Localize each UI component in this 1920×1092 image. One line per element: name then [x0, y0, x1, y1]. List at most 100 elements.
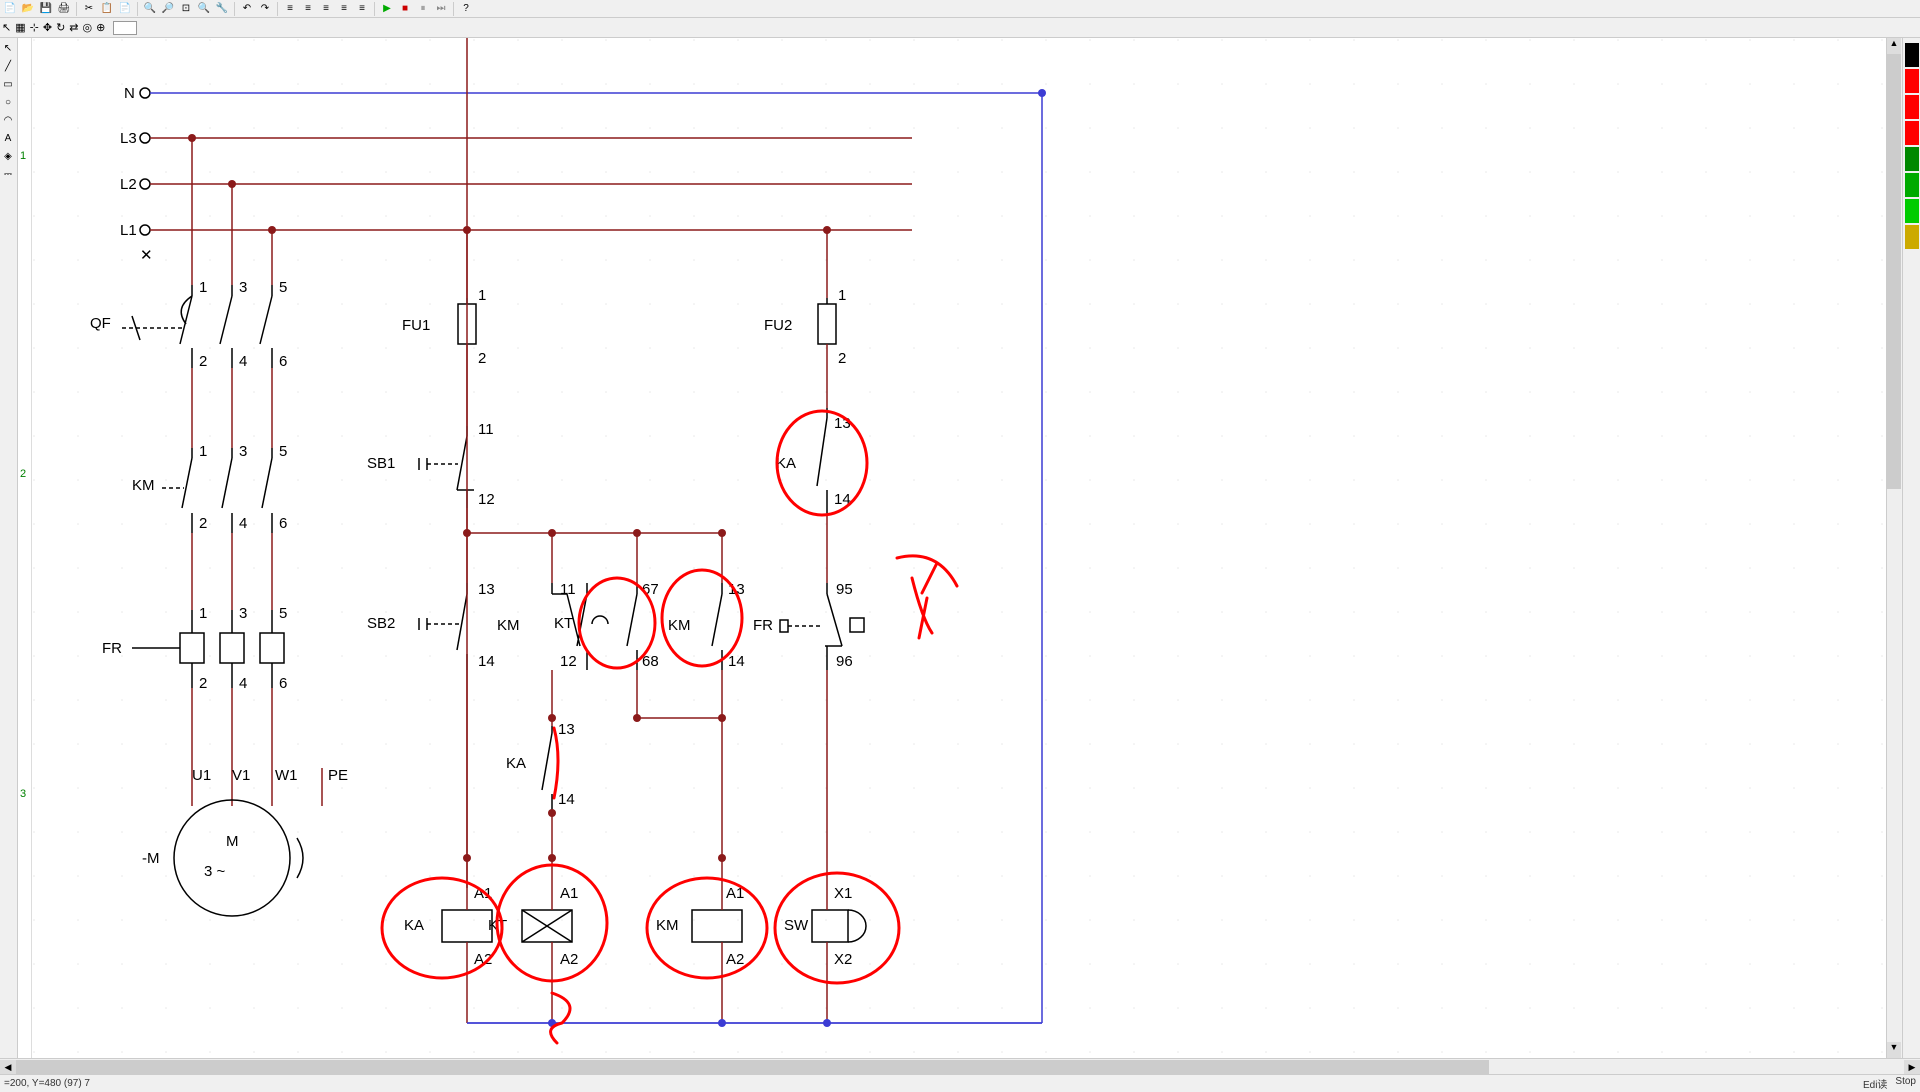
copy-icon[interactable]: 📋	[99, 1, 115, 17]
grid-icon[interactable]: ▦	[15, 21, 25, 34]
label-SB2: SB2	[367, 615, 395, 632]
align4-icon[interactable]: ≡	[336, 1, 352, 17]
status-mode: Edi读	[1863, 1076, 1887, 1091]
main-area: ↖ ╱ ▭ ○ ◠ A ◈ ⎓ 1 2 3 N L3 L2 L1 ✕ QF 1 …	[0, 38, 1920, 1058]
color-palette	[1902, 38, 1920, 1058]
tool-icon[interactable]: 🔧	[214, 1, 230, 17]
separator	[277, 2, 278, 16]
label-M: M	[226, 833, 239, 850]
label-KAcoil: KA	[404, 917, 424, 934]
circle-tool-icon[interactable]: ○	[0, 94, 16, 110]
label-KT: KT	[554, 615, 573, 632]
cut-icon[interactable]: ✂	[81, 1, 97, 17]
svg-text:5: 5	[279, 443, 287, 460]
label-L2: L2	[120, 176, 137, 193]
color-swatch[interactable]	[1905, 199, 1919, 223]
color-swatch[interactable]	[1905, 121, 1919, 145]
svg-text:96: 96	[836, 653, 853, 670]
color-swatch[interactable]	[1905, 225, 1919, 249]
rect-tool-icon[interactable]: ▭	[0, 76, 16, 92]
align-icon[interactable]: ≡	[282, 1, 298, 17]
last-icon[interactable]: ⊕	[96, 21, 105, 34]
label-FR2: FR	[753, 617, 773, 634]
step-icon[interactable]: ⏭	[433, 1, 449, 17]
label-minusM: -M	[142, 850, 160, 867]
color-swatch[interactable]	[1905, 173, 1919, 197]
symbol-tool-icon[interactable]: ◈	[0, 148, 16, 164]
scroll-thumb[interactable]	[16, 1060, 1489, 1074]
align3-icon[interactable]: ≡	[318, 1, 334, 17]
line-tool-icon[interactable]: ╱	[0, 58, 16, 74]
color-swatch[interactable]	[1905, 43, 1919, 67]
label-N: N	[124, 85, 135, 102]
svg-text:KM: KM	[497, 617, 520, 634]
svg-text:3: 3	[239, 279, 247, 296]
color-swatch[interactable]	[1905, 69, 1919, 93]
select-tool-icon[interactable]: ↖	[0, 40, 16, 56]
print-icon[interactable]: 🖨	[56, 1, 72, 17]
stop-icon[interactable]: ■	[397, 1, 413, 17]
svg-text:A2: A2	[726, 951, 744, 968]
color-display[interactable]	[113, 21, 137, 35]
zoom-fit-icon[interactable]: ⊡	[178, 1, 194, 17]
open-icon[interactable]: 📂	[20, 1, 36, 17]
save-icon[interactable]: 💾	[38, 1, 54, 17]
color-swatch[interactable]	[1905, 95, 1919, 119]
svg-text:3: 3	[239, 605, 247, 622]
text-tool-icon[interactable]: A	[0, 130, 16, 146]
paste-icon[interactable]: 📄	[117, 1, 133, 17]
scroll-left-icon[interactable]: ◀	[0, 1060, 16, 1074]
status-sim: Stop	[1895, 1076, 1916, 1091]
label-Mline2: 3 ~	[204, 863, 226, 880]
svg-text:✕: ✕	[140, 247, 153, 264]
svg-text:6: 6	[279, 353, 287, 370]
svg-text:4: 4	[239, 675, 247, 692]
svg-text:12: 12	[560, 653, 577, 670]
redo-icon[interactable]: ↷	[257, 1, 273, 17]
pause-icon[interactable]: ⏸	[415, 1, 431, 17]
cursor-icon[interactable]: ↖	[2, 21, 11, 34]
scroll-thumb[interactable]	[1887, 54, 1901, 489]
svg-text:X1: X1	[834, 885, 852, 902]
vertical-ruler: 1 2 3	[18, 38, 32, 1058]
separator	[234, 2, 235, 16]
align5-icon[interactable]: ≡	[354, 1, 370, 17]
scroll-up-icon[interactable]: ▲	[1887, 38, 1901, 54]
arc-tool-icon[interactable]: ◠	[0, 112, 16, 128]
move-icon[interactable]: ✥	[43, 21, 52, 34]
run-icon[interactable]: ▶	[379, 1, 395, 17]
wire-tool-icon[interactable]: ⎓	[0, 166, 16, 182]
svg-text:X2: X2	[834, 951, 852, 968]
status-bar: =200, Y=480 (97) 7 Edi读 Stop	[0, 1074, 1920, 1092]
svg-text:W1: W1	[275, 767, 298, 784]
undo-icon[interactable]: ↶	[239, 1, 255, 17]
snap-icon[interactable]: ⊹	[30, 21, 39, 34]
scroll-right-icon[interactable]: ▶	[1904, 1060, 1920, 1074]
label-L1: L1	[120, 222, 137, 239]
svg-text:U1: U1	[192, 767, 211, 784]
new-icon[interactable]: 📄	[2, 1, 18, 17]
help-icon[interactable]: ?	[458, 1, 474, 17]
zoom-region-icon[interactable]: 🔍	[196, 1, 212, 17]
center-icon[interactable]: ◎	[83, 21, 93, 34]
svg-text:2: 2	[478, 350, 486, 367]
color-swatch[interactable]	[1905, 147, 1919, 171]
zoom-in-icon[interactable]: 🔍	[142, 1, 158, 17]
ruler-mark: 3	[20, 788, 26, 800]
canvas[interactable]: N L3 L2 L1 ✕ QF 1 3 5 2 4 6 KM 1 3 5 2 4…	[32, 38, 1902, 1058]
zoom-out-icon[interactable]: 🔎	[160, 1, 176, 17]
rotate-icon[interactable]: ↻	[56, 21, 65, 34]
scrollbar-horizontal[interactable]: ◀ ▶	[0, 1058, 1920, 1074]
scrollbar-vertical[interactable]: ▲ ▼	[1886, 38, 1902, 1058]
scroll-down-icon[interactable]: ▼	[1887, 1042, 1901, 1058]
label-KM: KM	[132, 477, 155, 494]
label-SW: SW	[784, 917, 809, 934]
separator	[374, 2, 375, 16]
ruler-mark: 2	[20, 468, 26, 480]
align2-icon[interactable]: ≡	[300, 1, 316, 17]
svg-text:2: 2	[199, 515, 207, 532]
mirror-icon[interactable]: ⇄	[69, 21, 78, 34]
svg-text:11: 11	[478, 421, 494, 438]
svg-text:5: 5	[279, 605, 287, 622]
schematic-svg: N L3 L2 L1 ✕ QF 1 3 5 2 4 6 KM 1 3 5 2 4…	[32, 38, 1902, 1058]
